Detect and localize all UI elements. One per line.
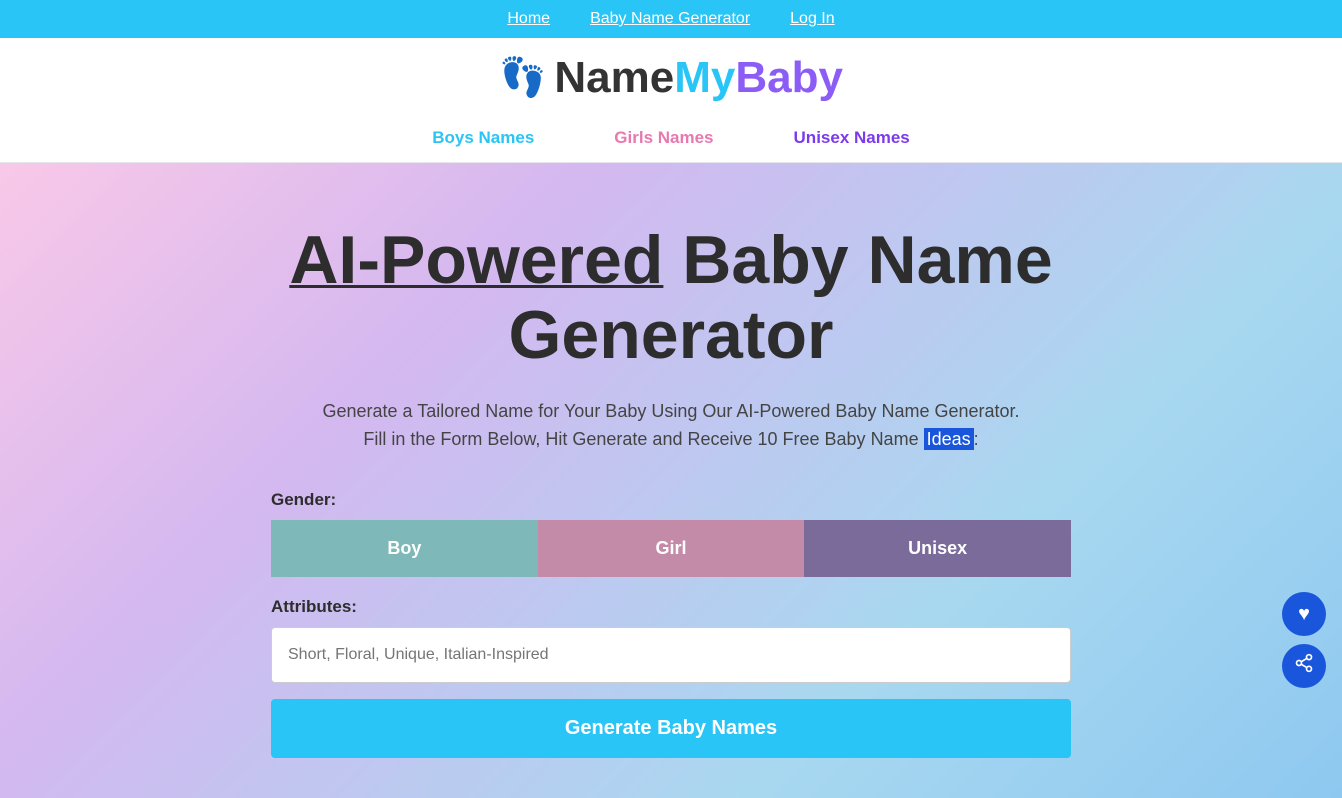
nav-unisex-names[interactable]: Unisex Names	[794, 128, 910, 148]
top-nav: Home Baby Name Generator Log In	[0, 0, 1342, 38]
floating-buttons: ♥	[1282, 592, 1326, 688]
logo: 👣 NameMyBaby	[499, 56, 843, 100]
nav-link-login[interactable]: Log In	[790, 10, 834, 28]
logo-icon: 👣	[499, 56, 546, 100]
nav-link-home[interactable]: Home	[507, 10, 550, 28]
subtitle-line2: Fill in the Form Below, Hit Generate and…	[363, 429, 923, 449]
attributes-input[interactable]	[271, 627, 1071, 683]
logo-text: NameMyBaby	[554, 56, 843, 100]
nav-link-generator[interactable]: Baby Name Generator	[590, 10, 750, 28]
logo-name-part: Name	[554, 53, 674, 102]
share-button[interactable]	[1282, 644, 1326, 688]
attributes-label: Attributes:	[271, 597, 1071, 617]
hero-title-part1: AI-Powered	[289, 222, 663, 298]
hero-section: AI-Powered Baby Name Generator Generate …	[0, 163, 1342, 798]
subtitle-line1: Generate a Tailored Name for Your Baby U…	[322, 401, 1019, 421]
logo-baby-part: Baby	[735, 53, 843, 102]
heart-button[interactable]: ♥	[1282, 592, 1326, 636]
gender-buttons: Boy Girl Unisex	[271, 520, 1071, 577]
form-container: Gender: Boy Girl Unisex Attributes: Gene…	[271, 490, 1071, 758]
gender-unisex-button[interactable]: Unisex	[804, 520, 1071, 577]
gender-girl-button[interactable]: Girl	[538, 520, 805, 577]
secondary-nav: Boys Names Girls Names Unisex Names	[0, 114, 1342, 163]
nav-girls-names[interactable]: Girls Names	[614, 128, 713, 148]
gender-boy-button[interactable]: Boy	[271, 520, 538, 577]
logo-area: 👣 NameMyBaby	[0, 38, 1342, 114]
heart-icon: ♥	[1298, 603, 1310, 626]
share-icon	[1294, 653, 1314, 679]
logo-my-part: My	[674, 53, 735, 102]
generate-button[interactable]: Generate Baby Names	[271, 699, 1071, 758]
subtitle-highlight: Ideas	[924, 428, 974, 450]
nav-boys-names[interactable]: Boys Names	[432, 128, 534, 148]
hero-subtitle: Generate a Tailored Name for Your Baby U…	[322, 397, 1019, 455]
subtitle-end: :	[974, 429, 979, 449]
hero-title: AI-Powered Baby Name Generator	[221, 223, 1121, 373]
gender-label: Gender:	[271, 490, 1071, 510]
